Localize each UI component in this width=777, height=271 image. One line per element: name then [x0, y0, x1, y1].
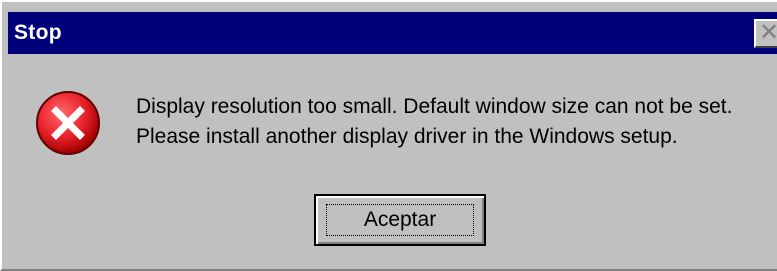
dialog-title: Stop — [14, 21, 62, 44]
stop-dialog: Stop ✕ Display resolution too small. Def… — [0, 0, 777, 271]
title-bar[interactable]: Stop ✕ — [8, 12, 777, 54]
error-message: Display resolution too small. Default wi… — [136, 92, 776, 152]
close-icon: ✕ — [759, 19, 777, 46]
message-line: Display resolution too small. Default wi… — [136, 95, 733, 118]
message-line: Please install another display driver in… — [136, 125, 678, 148]
aceptar-label: Aceptar — [326, 204, 474, 236]
error-icon — [36, 91, 100, 155]
close-button[interactable]: ✕ — [754, 19, 777, 48]
aceptar-button[interactable]: Aceptar — [314, 194, 486, 246]
